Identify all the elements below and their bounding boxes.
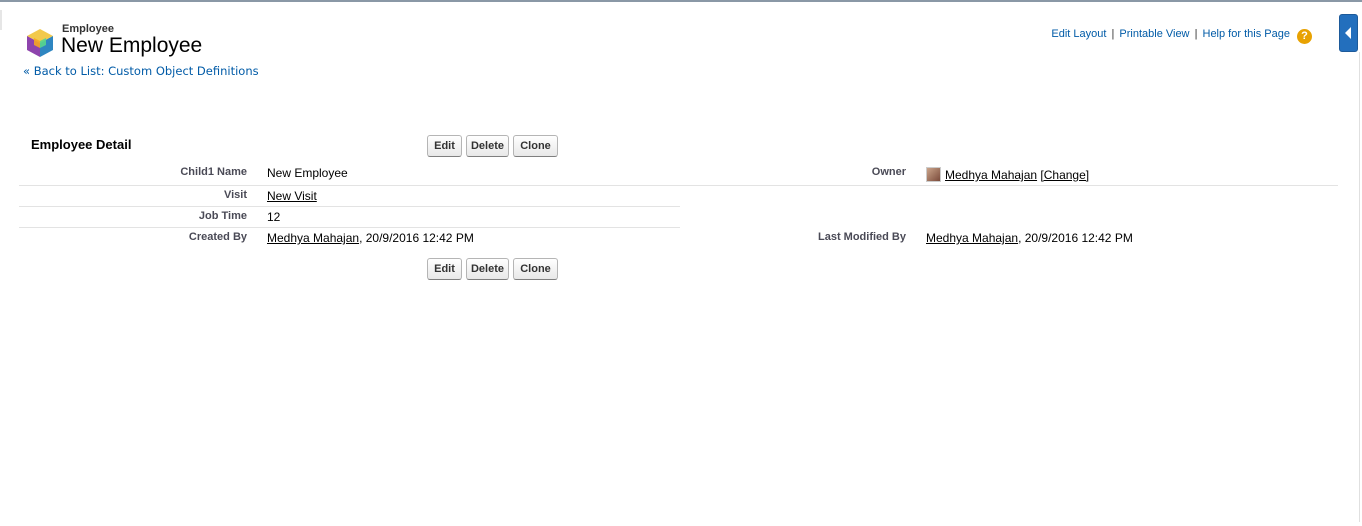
job-time-value: 12 [267, 210, 281, 224]
edit-button-bottom[interactable]: Edit [427, 258, 462, 280]
owner-value: Medhya Mahajan [Change] [926, 167, 1089, 182]
edit-layout-link[interactable]: Edit Layout [1051, 28, 1106, 40]
user-avatar-icon[interactable] [926, 167, 941, 182]
last-modified-by-value: Medhya Mahajan, 20/9/2016 12:42 PM [926, 231, 1133, 245]
visit-label: Visit [223, 189, 247, 201]
child1-name-value: New Employee [267, 166, 348, 180]
owner-user-link[interactable]: Medhya Mahajan [945, 168, 1037, 182]
row-divider [19, 227, 680, 228]
delete-button[interactable]: Delete [466, 135, 509, 157]
edit-button[interactable]: Edit [427, 135, 462, 157]
visit-value: New Visit [267, 189, 317, 203]
scroll-divider [1359, 52, 1360, 522]
last-modified-date: , 20/9/2016 12:42 PM [1018, 231, 1133, 245]
collapse-sidebar-icon [1345, 27, 1351, 39]
row-divider [19, 185, 1338, 186]
link-separator: | [1111, 28, 1115, 40]
section-title: Employee Detail [31, 137, 132, 152]
clone-button[interactable]: Clone [513, 135, 558, 157]
page-links: Edit Layout | Printable View | Help for … [1051, 28, 1312, 44]
created-date: , 20/9/2016 12:42 PM [359, 231, 474, 245]
job-time-label: Job Time [198, 210, 247, 222]
change-owner-link[interactable]: [Change] [1040, 168, 1089, 182]
created-by-user-link[interactable]: Medhya Mahajan [267, 231, 359, 245]
back-to-list-link[interactable]: « Back to List: Custom Object Definition… [23, 64, 259, 78]
child1-name-label: Child1 Name [180, 166, 247, 178]
printable-view-link[interactable]: Printable View [1119, 28, 1189, 40]
last-modified-user-link[interactable]: Medhya Mahajan [926, 231, 1018, 245]
collapse-sidebar-button[interactable] [1339, 14, 1358, 52]
clone-button-bottom[interactable]: Clone [513, 258, 558, 280]
back-to-list-label[interactable]: Back to List: Custom Object Definitions [34, 64, 259, 78]
created-by-label: Created By [188, 231, 247, 243]
window-edge [0, 10, 2, 30]
help-for-page-link[interactable]: Help for this Page [1203, 28, 1290, 40]
delete-button-bottom[interactable]: Delete [466, 258, 509, 280]
row-divider [19, 206, 680, 207]
page-title: New Employee [61, 34, 203, 57]
created-by-value: Medhya Mahajan, 20/9/2016 12:42 PM [267, 231, 474, 245]
help-icon[interactable]: ? [1297, 29, 1312, 44]
custom-object-cube-icon [27, 29, 53, 57]
link-separator: | [1194, 28, 1198, 40]
visit-link[interactable]: New Visit [267, 189, 317, 203]
owner-label: Owner [871, 166, 906, 178]
back-chevron: « [23, 64, 31, 78]
last-modified-by-label: Last Modified By [817, 231, 906, 243]
